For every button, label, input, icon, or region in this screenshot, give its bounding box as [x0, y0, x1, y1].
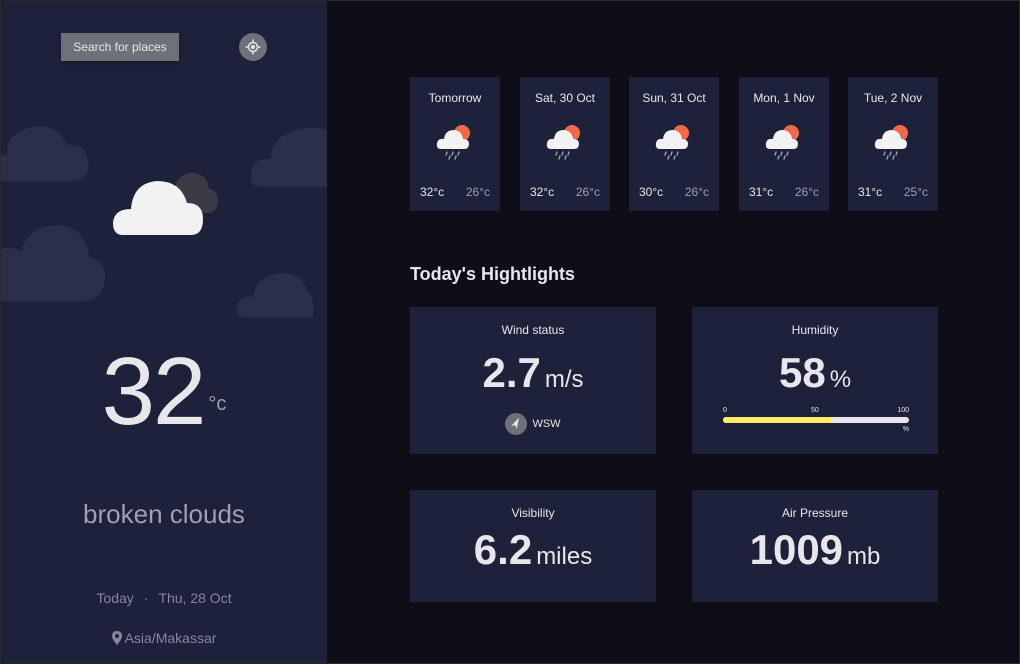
humidity-label: Humidity	[791, 323, 839, 337]
broken-clouds-icon	[113, 173, 219, 235]
rain-sun-icon	[764, 121, 804, 166]
humidity-bar-track	[723, 417, 909, 423]
forecast-min-temp: 26°c	[794, 185, 819, 199]
humidity-bar: 0 50 100 %	[723, 407, 909, 433]
highlights-title: Today's Hightlights	[410, 264, 575, 284]
forecast-card: Tomorrow 32°c 26°c	[410, 77, 500, 211]
forecast-min-temp: 26°c	[465, 185, 490, 199]
wind-direction-label: WSW	[532, 418, 561, 430]
current-temperature: 32 °c	[1, 337, 327, 447]
wind-unit: m/s	[544, 366, 584, 393]
forecast-card: Sat, 30 Oct 32°c 26°c	[520, 77, 610, 211]
humidity-bar-fill	[723, 417, 831, 423]
humidity-card: Humidity 58% 0 50 100 %	[692, 307, 938, 454]
visibility-value-row: 6.2 miles	[410, 526, 656, 574]
forecast-day: Tomorrow	[428, 91, 482, 105]
date-value: Thu, 28 Oct	[158, 590, 232, 606]
date-separator: ·	[143, 590, 149, 606]
wind-value-row: 2.7 m/s	[410, 349, 656, 397]
visibility-card: Visibility 6.2 miles	[410, 490, 656, 602]
visibility-label: Visibility	[511, 506, 555, 520]
forecast-day: Sat, 30 Oct	[534, 91, 596, 105]
sidebar: Search for places 32 °c broken clouds Tod…	[1, 1, 327, 663]
visibility-value: 6.2	[473, 526, 533, 573]
forecast-day: Tue, 2 Nov	[863, 91, 923, 105]
visibility-unit: miles	[536, 543, 593, 570]
wind-label: Wind status	[501, 323, 565, 337]
rain-sun-icon	[873, 121, 913, 166]
background-cloud-icon	[1, 126, 89, 181]
forecast-max-temp: 30°c	[639, 185, 664, 199]
pressure-value-row: 1009 mb	[692, 526, 938, 574]
humidity-value-row: 58%	[692, 349, 938, 397]
pressure-label: Air Pressure	[781, 506, 849, 520]
crosshair-icon	[245, 39, 261, 55]
forecast-card: Mon, 1 Nov 31°c 26°c	[739, 77, 829, 211]
forecast-day: Sun, 31 Oct	[642, 91, 706, 105]
forecast-max-temp: 32°c	[530, 185, 555, 199]
forecast-max-temp: 32°c	[420, 185, 445, 199]
date-prefix: Today	[96, 590, 134, 606]
humidity-tick-100: 100	[897, 407, 909, 414]
rain-sun-icon	[435, 121, 475, 166]
rain-sun-icon	[654, 121, 694, 166]
humidity-tick-0: 0	[723, 407, 727, 414]
forecast-min-temp: 26°c	[575, 185, 600, 199]
humidity-tick-50: 50	[811, 407, 819, 414]
temperature-unit: °c	[208, 393, 227, 415]
humidity-unit: %	[829, 366, 852, 393]
search-places-button[interactable]: Search for places	[61, 33, 179, 61]
forecast-card: Tue, 2 Nov 31°c 25°c	[848, 77, 938, 211]
background-cloud-icon	[236, 273, 314, 317]
weather-description: broken clouds	[83, 499, 245, 529]
forecast-day: Mon, 1 Nov	[753, 91, 815, 105]
wind-status-card: Wind status 2.7 m/s WSW	[410, 307, 656, 454]
humidity-value: 58	[778, 349, 826, 396]
humidity-bar-unit: %	[902, 426, 909, 433]
current-location-button[interactable]	[239, 33, 267, 61]
location: Asia/Makassar	[1, 630, 327, 646]
location-name: Asia/Makassar	[124, 630, 217, 646]
wind-direction: WSW	[410, 413, 656, 435]
forecast-card: Sun, 31 Oct 30°c 26°c	[629, 77, 719, 211]
forecast-min-temp: 25°c	[903, 185, 928, 199]
wind-value: 2.7	[482, 349, 541, 396]
rain-sun-icon	[545, 121, 585, 166]
forecast-min-temp: 26°c	[684, 185, 709, 199]
navigation-arrow-icon	[505, 413, 528, 435]
map-pin-icon	[111, 631, 122, 645]
background-cloud-icon	[1, 225, 106, 301]
pressure-value: 1009	[749, 526, 844, 573]
background-cloud-icon	[250, 127, 327, 187]
forecast-max-temp: 31°c	[858, 185, 883, 199]
air-pressure-card: Air Pressure 1009 mb	[692, 490, 938, 602]
pressure-unit: mb	[847, 543, 881, 570]
temperature-value: 32	[101, 338, 207, 445]
forecast-max-temp: 31°c	[749, 185, 774, 199]
current-date: Today · Thu, 28 Oct	[1, 590, 327, 606]
